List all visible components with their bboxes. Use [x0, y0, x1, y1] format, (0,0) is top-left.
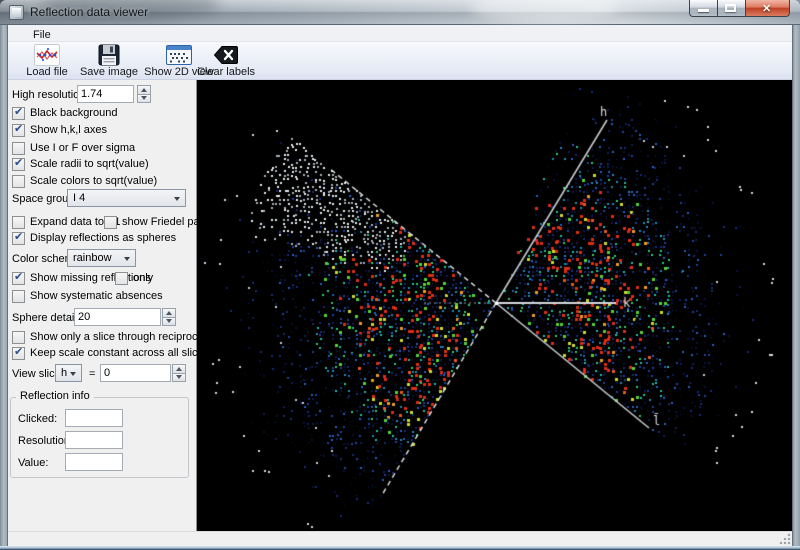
chevron-down-icon [174, 197, 180, 201]
show-2d-view-icon [166, 44, 192, 66]
checkbox-icon [12, 158, 25, 171]
reciprocal-space-canvas[interactable] [197, 80, 792, 531]
checkbox-icon [12, 272, 25, 285]
keep-scale-checkbox[interactable]: Keep scale constant across all slices [12, 346, 209, 360]
systematic-absences-checkbox[interactable]: Show systematic absences [12, 289, 163, 303]
view-slice-axis-select[interactable]: h [55, 364, 82, 382]
display-spheres-checkbox[interactable]: Display reflections as spheres [12, 231, 176, 245]
show-hkl-axes-checkbox[interactable]: Show h,k,l axes [12, 123, 107, 137]
control-panel: High resolution: Black background Show h… [8, 80, 197, 531]
friedel-pairs-checkbox[interactable]: show Friedel pairs [104, 215, 211, 229]
reflection-info-title: Reflection info [16, 390, 94, 402]
checkbox-icon [104, 216, 117, 229]
only-checkbox[interactable]: only [115, 271, 153, 285]
load-file-button[interactable]: Load file [20, 44, 74, 78]
high-resolution-spinner[interactable] [137, 85, 151, 103]
checkbox-icon [12, 216, 25, 229]
chevron-down-icon [70, 372, 76, 376]
titlebar[interactable]: Reflection data viewer ✕ [0, 0, 800, 25]
value-input[interactable] [65, 453, 123, 471]
load-file-label: Load file [26, 66, 68, 78]
checkbox-icon [12, 232, 25, 245]
resize-grip[interactable] [779, 533, 791, 545]
minimize-icon [698, 9, 709, 12]
close-icon: ✕ [762, 2, 771, 15]
checkbox-icon [12, 124, 25, 137]
sphere-detail-spinner[interactable] [162, 308, 176, 326]
spin-down-icon[interactable] [162, 318, 176, 327]
color-scheme-select[interactable]: rainbow [67, 249, 136, 267]
black-background-checkbox[interactable]: Black background [12, 106, 117, 120]
load-file-icon [34, 44, 60, 66]
window-controls: ✕ [689, 0, 790, 17]
view-slice-input[interactable] [100, 364, 171, 382]
app-window: Reflection data viewer ✕ File [0, 0, 800, 550]
window-title: Reflection data viewer [30, 5, 148, 19]
space-group-select[interactable]: I 4 [67, 189, 186, 207]
checkbox-icon [12, 142, 25, 155]
window-frame-left[interactable] [0, 25, 8, 550]
window-frame-right[interactable] [792, 25, 800, 550]
clear-labels-label: Clear labels [197, 66, 255, 78]
menu-item-file[interactable]: File [26, 28, 58, 42]
titlebar-glass-highlight [470, 0, 620, 22]
chevron-down-icon [124, 257, 130, 261]
checkbox-icon [12, 331, 25, 344]
save-image-button[interactable]: Save image [78, 44, 140, 78]
scale-radii-checkbox[interactable]: Scale radii to sqrt(value) [12, 157, 149, 171]
spin-up-icon[interactable] [162, 308, 176, 318]
window-frame-bottom[interactable] [0, 546, 800, 550]
maximize-button[interactable] [718, 0, 745, 17]
app-icon [9, 5, 24, 20]
spin-up-icon[interactable] [172, 364, 186, 374]
sphere-detail-input[interactable] [74, 308, 161, 326]
resolution-input[interactable] [65, 431, 123, 449]
toolbar: Load file Save image [8, 42, 792, 80]
scale-colors-checkbox[interactable]: Scale colors to sqrt(value) [12, 174, 157, 188]
spin-up-icon[interactable] [137, 85, 151, 95]
spin-down-icon[interactable] [172, 374, 186, 383]
checkbox-icon [12, 347, 25, 360]
checkbox-icon [115, 272, 128, 285]
checkbox-icon [12, 175, 25, 188]
minimize-button[interactable] [689, 0, 718, 17]
save-image-icon [98, 44, 120, 66]
checkbox-icon [12, 107, 25, 120]
value-label: Value: [18, 457, 48, 469]
statusbar [8, 531, 792, 546]
clear-labels-button[interactable]: Clear labels [194, 44, 258, 78]
view-slice-equals: = [89, 368, 95, 380]
checkbox-icon [12, 290, 25, 303]
i-or-f-over-sigma-checkbox[interactable]: Use I or F over sigma [12, 141, 135, 155]
viewer-area [197, 80, 792, 531]
view-slice-spinner[interactable] [172, 364, 186, 382]
spin-down-icon[interactable] [137, 95, 151, 104]
high-resolution-input[interactable] [77, 85, 134, 103]
save-image-label: Save image [80, 66, 138, 78]
clicked-label: Clicked: [18, 413, 57, 425]
maximize-icon [725, 4, 736, 12]
clear-labels-icon [213, 44, 239, 66]
clicked-input[interactable] [65, 409, 123, 427]
menubar: File [8, 25, 792, 42]
close-button[interactable]: ✕ [745, 0, 790, 17]
